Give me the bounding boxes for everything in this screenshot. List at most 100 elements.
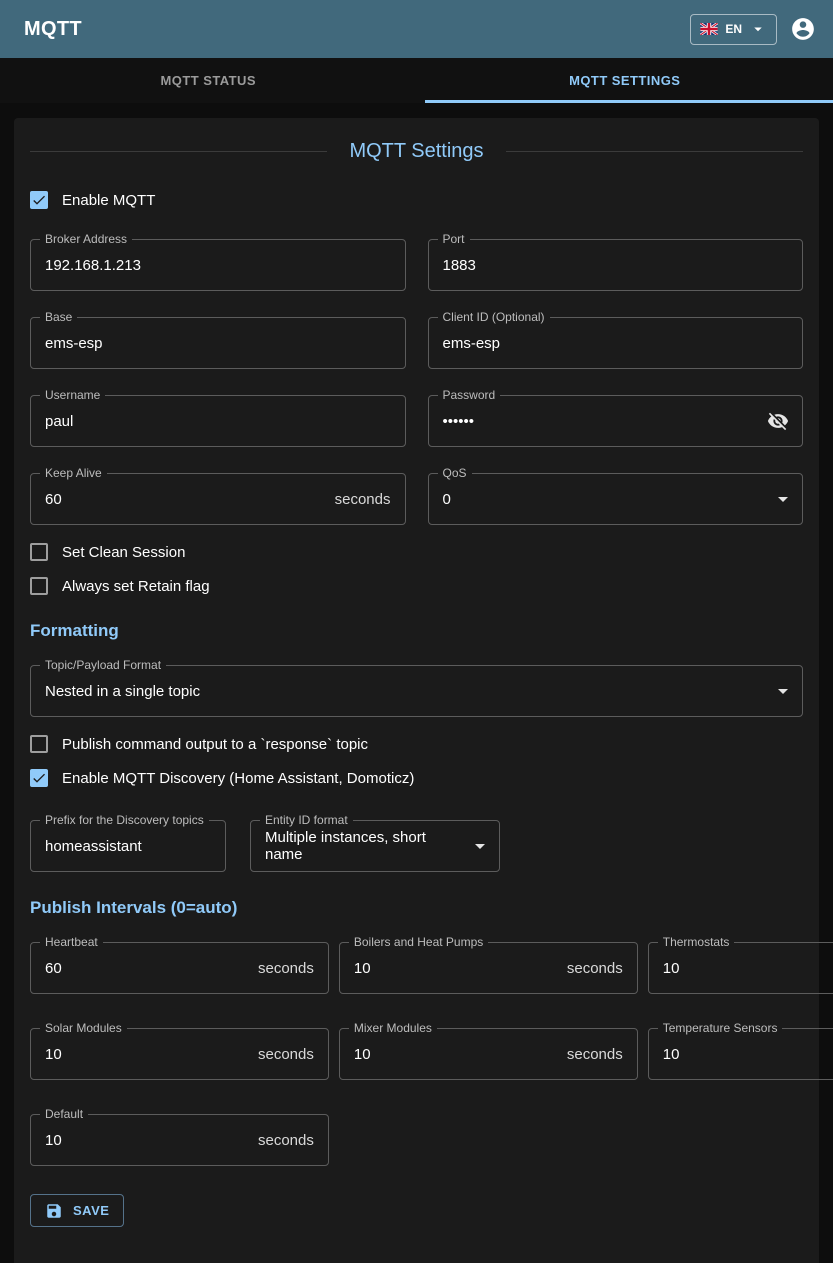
mixer-modules-label: Mixer Modules [349,1022,437,1035]
thermostats-input[interactable] [649,943,833,993]
language-label: EN [725,22,742,36]
connection-fields-grid: Broker Address Port Base Client ID (Opti… [30,239,803,525]
discovery-fields-row: Prefix for the Discovery topics Entity I… [30,820,803,872]
default-interval-input[interactable] [31,1115,258,1165]
clean-session-checkbox [30,543,48,561]
boilers-field: Boilers and Heat Pumps seconds [339,942,638,994]
temperature-sensors-input[interactable] [649,1029,833,1079]
keep-alive-label: Keep Alive [40,467,107,480]
discovery-prefix-input[interactable] [31,821,225,871]
clean-session-label: Set Clean Session [62,544,185,561]
password-label: Password [438,389,501,402]
qos-select[interactable]: QoS 0 [428,473,804,525]
qos-value: 0 [429,491,772,508]
divider-line-left [30,151,327,152]
boilers-suffix: seconds [567,960,637,977]
topic-format-select[interactable]: Topic/Payload Format Nested in a single … [30,665,803,717]
grid-empty-cell [648,1114,833,1166]
mixer-modules-suffix: seconds [567,1046,637,1063]
client-id-input[interactable] [429,318,803,368]
page-title: MQTT Settings [341,140,491,163]
mqtt-discovery-checkbox-row[interactable]: Enable MQTT Discovery (Home Assistant, D… [30,769,414,787]
boilers-label: Boilers and Heat Pumps [349,936,488,949]
mqtt-discovery-label: Enable MQTT Discovery (Home Assistant, D… [62,770,414,787]
solar-modules-suffix: seconds [258,1046,328,1063]
solar-modules-label: Solar Modules [40,1022,127,1035]
port-input[interactable] [429,240,803,290]
account-button[interactable] [789,15,817,43]
save-button[interactable]: SAVE [30,1194,124,1227]
base-label: Base [40,311,77,324]
thermostats-label: Thermostats [658,936,735,949]
publish-response-checkbox [30,735,48,753]
toggle-password-visibility-button[interactable] [760,403,796,439]
publish-response-label: Publish command output to a `response` t… [62,736,368,753]
formatting-heading: Formatting [30,621,803,641]
discovery-prefix-label: Prefix for the Discovery topics [40,814,209,827]
publish-response-checkbox-row[interactable]: Publish command output to a `response` t… [30,735,368,753]
check-icon [31,192,47,208]
save-button-label: SAVE [73,1203,109,1218]
username-label: Username [40,389,105,402]
default-interval-label: Default [40,1108,88,1121]
keep-alive-input[interactable] [31,474,335,524]
divider-line-right [506,151,803,152]
solar-modules-input[interactable] [31,1029,258,1079]
enable-mqtt-label: Enable MQTT [62,192,155,209]
uk-flag-icon [700,23,718,35]
default-interval-suffix: seconds [258,1132,328,1149]
default-interval-field: Default seconds [30,1114,329,1166]
tab-bar: MQTT STATUS MQTT SETTINGS [0,58,833,103]
base-input[interactable] [31,318,405,368]
tab-mqtt-settings[interactable]: MQTT SETTINGS [417,58,833,103]
dropdown-arrow-icon [771,487,795,511]
client-id-label: Client ID (Optional) [438,311,550,324]
dropdown-arrow-icon [771,679,795,703]
language-selector-button[interactable]: EN [690,14,777,45]
app-bar: MQTT EN [0,0,833,58]
password-input[interactable] [429,396,761,446]
enable-mqtt-checkbox [30,191,48,209]
broker-address-input[interactable] [31,240,405,290]
heartbeat-input[interactable] [31,943,258,993]
topic-format-value: Nested in a single topic [31,683,771,700]
app-title: MQTT [24,18,82,41]
publish-intervals-grid: Heartbeat seconds Boilers and Heat Pumps… [30,942,803,1166]
mqtt-discovery-checkbox [30,769,48,787]
client-id-field: Client ID (Optional) [428,317,804,369]
mixer-modules-input[interactable] [340,1029,567,1079]
dropdown-arrow-icon [468,834,492,858]
boilers-input[interactable] [340,943,567,993]
retain-flag-checkbox-row[interactable]: Always set Retain flag [30,577,210,595]
entity-format-select[interactable]: Entity ID format Multiple instances, sho… [250,820,500,872]
discovery-prefix-field: Prefix for the Discovery topics [30,820,226,872]
grid-empty-cell [339,1114,638,1166]
settings-card: MQTT Settings Enable MQTT Broker Address… [14,118,819,1263]
publish-intervals-heading: Publish Intervals (0=auto) [30,898,803,918]
check-icon [31,770,47,786]
account-circle-icon [790,16,816,42]
thermostats-field: Thermostats seconds [648,942,833,994]
clean-session-checkbox-row[interactable]: Set Clean Session [30,543,185,561]
visibility-off-icon [767,410,789,432]
enable-mqtt-checkbox-row[interactable]: Enable MQTT [30,191,155,209]
username-field: Username [30,395,406,447]
title-divider: MQTT Settings [30,140,803,163]
heartbeat-label: Heartbeat [40,936,103,949]
solar-modules-field: Solar Modules seconds [30,1028,329,1080]
keep-alive-suffix: seconds [335,491,405,508]
broker-address-field: Broker Address [30,239,406,291]
keep-alive-field: Keep Alive seconds [30,473,406,525]
port-label: Port [438,233,470,246]
entity-format-label: Entity ID format [260,814,353,827]
temperature-sensors-label: Temperature Sensors [658,1022,783,1035]
save-icon [45,1202,63,1220]
qos-label: QoS [438,467,472,480]
heartbeat-field: Heartbeat seconds [30,942,329,994]
heartbeat-suffix: seconds [258,960,328,977]
topic-format-label: Topic/Payload Format [40,659,166,672]
username-input[interactable] [31,396,405,446]
retain-flag-checkbox [30,577,48,595]
tab-mqtt-status[interactable]: MQTT STATUS [0,58,417,103]
chevron-down-icon [749,20,767,38]
